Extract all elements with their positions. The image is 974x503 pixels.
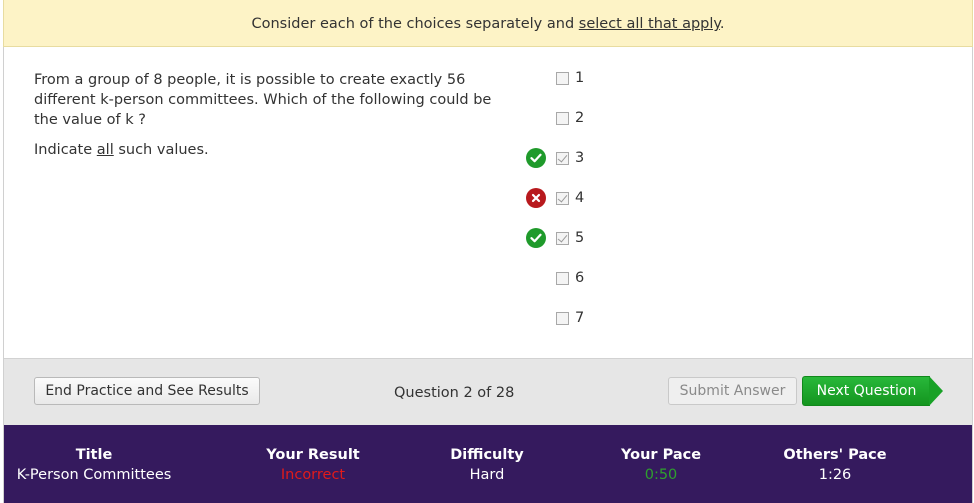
indicate-emphasis: all: [96, 142, 114, 158]
choice-4[interactable]: 4: [556, 188, 584, 208]
choice-label: 2: [575, 110, 585, 126]
question-counter: Question 2 of 28: [394, 385, 515, 401]
footer-pace-header: Your Pace: [620, 447, 702, 463]
choice-checkbox[interactable]: [556, 191, 569, 205]
question-text: From a group of 8 people, it is possible…: [34, 72, 492, 128]
footer-pace-value: 0:50: [644, 467, 678, 483]
next-arrow-icon[interactable]: [929, 376, 943, 406]
footer-others-pace-column: Others' Pace 1:26: [745, 445, 925, 485]
choice-checkbox[interactable]: [556, 271, 569, 285]
choice-checkbox[interactable]: [556, 71, 569, 85]
choice-label: 3: [575, 150, 585, 166]
footer-difficulty-value: Hard: [469, 467, 505, 483]
choice-6[interactable]: 6: [556, 268, 584, 288]
choice-label: 1: [575, 70, 585, 86]
choice-label: 6: [575, 270, 585, 286]
choice-checkbox[interactable]: [556, 111, 569, 125]
choice-checkbox[interactable]: [556, 231, 569, 245]
footer-result-value: Incorrect: [280, 467, 346, 483]
footer-others-pace-value: 1:26: [818, 467, 852, 483]
choice-checkbox[interactable]: [556, 311, 569, 325]
banner-text: Consider each of the choices separately …: [251, 16, 579, 32]
footer-result-column: Your Result Incorrect: [223, 445, 403, 485]
footer-title-header: Title: [75, 447, 113, 463]
choice-checkbox[interactable]: [556, 151, 569, 165]
footer-title-value: K-Person Committees: [16, 467, 172, 483]
footer-result-header: Your Result: [266, 447, 360, 463]
action-toolbar: End Practice and See Results Question 2 …: [4, 358, 972, 425]
check-circle-icon: [526, 148, 546, 168]
choice-1[interactable]: 1: [556, 68, 584, 88]
choice-label: 4: [575, 190, 585, 206]
instruction-banner: Consider each of the choices separately …: [3, 0, 973, 47]
next-question-button[interactable]: Next Question: [802, 376, 930, 406]
footer-title-column: Title K-Person Committees: [4, 445, 184, 485]
choice-5[interactable]: 5: [556, 228, 584, 248]
footer-others-pace-header: Others' Pace: [783, 447, 887, 463]
choice-label: 7: [575, 310, 585, 326]
choice-3[interactable]: 3: [556, 148, 584, 168]
footer-pace-column: Your Pace 0:50: [571, 445, 751, 485]
choice-2[interactable]: 2: [556, 108, 584, 128]
end-practice-button[interactable]: End Practice and See Results: [34, 377, 260, 405]
banner-emphasis: select all that apply: [578, 16, 720, 32]
submit-answer-button[interactable]: Submit Answer: [668, 377, 797, 405]
footer-difficulty-header: Difficulty: [450, 447, 524, 463]
choice-7[interactable]: 7: [556, 308, 584, 328]
indicate-instruction: Indicate all such values.: [34, 140, 209, 160]
results-footer: Title K-Person Committees Your Result In…: [4, 425, 972, 503]
banner-period: .: [719, 16, 725, 32]
indicate-text: Indicate: [34, 142, 97, 158]
x-circle-icon: [526, 188, 546, 208]
choice-label: 5: [575, 230, 585, 246]
footer-difficulty-column: Difficulty Hard: [397, 445, 577, 485]
indicate-text-end: such values.: [113, 142, 209, 158]
check-circle-icon: [526, 228, 546, 248]
